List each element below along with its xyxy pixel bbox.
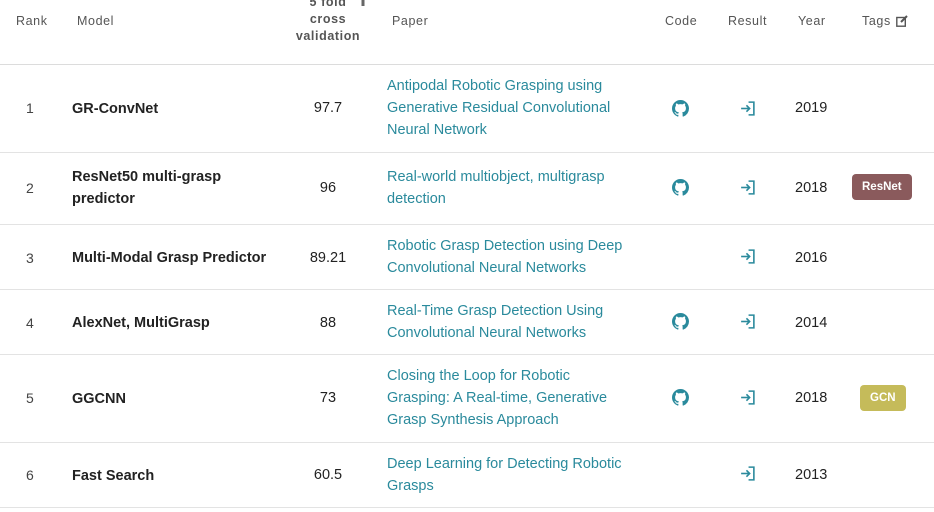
year-cell: 2018 [795, 390, 828, 406]
table-row: 1 GR-ConvNet 97.7 Antipodal Robotic Gras… [0, 65, 934, 153]
model-name-line1: Fast Search [72, 468, 155, 484]
model-name-line1: Multi-Modal Grasp Predictor [72, 250, 267, 266]
paper-title-line2: detection [387, 191, 446, 207]
header-metric-line1: 5 fold [309, 0, 347, 9]
paper-title-line1: Closing the Loop for Robotic [387, 368, 570, 384]
model-name-line1: ResNet50 multi-grasp [72, 169, 222, 185]
rank-cell: 4 [26, 315, 34, 331]
paper-title-line2: Convolutional Neural Networks [387, 325, 587, 341]
tag-badge[interactable]: GCN [860, 385, 906, 411]
model-cell[interactable]: GR-ConvNet [72, 98, 277, 120]
rank-cell: 6 [26, 467, 34, 483]
model-name-line1: GGCNN [72, 391, 126, 407]
table-row: 6 Fast Search 60.5 Deep Learning for Det… [0, 443, 934, 508]
paper-title-line3: Grasp Synthesis Approach [387, 412, 559, 428]
score-cell: 73 [319, 390, 337, 406]
model-cell[interactable]: AlexNet, MultiGrasp [72, 312, 277, 334]
year-cell: 2019 [795, 100, 828, 116]
paper-title-line2: Grasps [387, 478, 434, 494]
table-header: Rank Model 5 fold cross validation Paper… [0, 0, 934, 65]
edit-icon[interactable] [896, 14, 908, 27]
score-cell: 60.5 [313, 467, 343, 483]
leaderboard-table: Rank Model 5 fold cross validation Paper… [0, 0, 934, 508]
table-row: 2 ResNet50 multi-grasp predictor 96 Real… [0, 153, 934, 225]
header-code[interactable]: Code [665, 14, 697, 28]
github-icon[interactable] [672, 179, 690, 197]
table-row: 4 AlexNet, MultiGrasp 88 Real-Time Grasp… [0, 290, 934, 355]
paper-link[interactable]: Antipodal Robotic Grasping using Generat… [387, 75, 642, 141]
score-cell: 96 [319, 180, 337, 196]
paper-link[interactable]: Deep Learning for Detecting Robotic Gras… [387, 453, 642, 497]
model-cell[interactable]: ResNet50 multi-grasp predictor [72, 166, 277, 210]
paper-title-line1: Real-world multiobject, multigrasp [387, 169, 605, 185]
tag-badge[interactable]: ResNet [852, 174, 912, 200]
paper-title-line1: Real-Time Grasp Detection Using [387, 303, 604, 319]
paper-link[interactable]: Real-world multiobject, multigrasp detec… [387, 166, 642, 210]
rank-cell: 3 [26, 250, 34, 266]
header-metric[interactable]: 5 fold cross validation [292, 0, 364, 45]
rank-cell: 1 [26, 100, 34, 116]
sign-in-icon[interactable] [739, 179, 757, 197]
header-metric-line3: validation [295, 29, 361, 43]
table-row: 5 GGCNN 73 Closing the Loop for Robotic … [0, 355, 934, 443]
header-metric-line2: cross [309, 12, 347, 26]
sign-in-icon[interactable] [739, 100, 757, 118]
rank-cell: 2 [26, 180, 34, 196]
header-result[interactable]: Result [728, 14, 767, 28]
paper-title-line1: Antipodal Robotic Grasping using [387, 78, 603, 94]
header-tags[interactable]: Tags [862, 14, 891, 28]
header-year[interactable]: Year [798, 14, 826, 28]
year-cell: 2013 [795, 467, 828, 483]
year-cell: 2014 [795, 315, 828, 331]
model-name-line1: AlexNet, MultiGrasp [72, 315, 210, 331]
rank-cell: 5 [26, 390, 34, 406]
paper-title-line2: Generative Residual Convolutional [387, 100, 611, 116]
paper-title-line1: Deep Learning for Detecting Robotic [387, 456, 622, 472]
year-cell: 2016 [795, 250, 828, 266]
sign-in-icon[interactable] [739, 248, 757, 266]
sign-in-icon[interactable] [739, 389, 757, 407]
sign-in-icon[interactable] [739, 465, 757, 483]
paper-link[interactable]: Real-Time Grasp Detection Using Convolut… [387, 300, 642, 344]
header-rank[interactable]: Rank [16, 14, 48, 28]
score-cell: 97.7 [313, 100, 343, 116]
header-model[interactable]: Model [77, 14, 114, 28]
score-cell: 89.21 [309, 250, 347, 266]
github-icon[interactable] [672, 100, 690, 118]
table-row: 3 Multi-Modal Grasp Predictor 89.21 Robo… [0, 225, 934, 290]
model-cell[interactable]: GGCNN [72, 388, 277, 410]
paper-title-line2: Convolutional Neural Networks [387, 260, 587, 276]
arrow-up-icon[interactable] [358, 0, 368, 9]
paper-title-line1: Robotic Grasp Detection using Deep [387, 238, 623, 254]
score-cell: 88 [319, 315, 337, 331]
paper-link[interactable]: Closing the Loop for Robotic Grasping: A… [387, 365, 642, 431]
model-cell[interactable]: Multi-Modal Grasp Predictor [72, 247, 277, 269]
model-name-line2: predictor [72, 191, 135, 207]
github-icon[interactable] [672, 389, 690, 407]
sign-in-icon[interactable] [739, 313, 757, 331]
model-name-line1: GR-ConvNet [72, 101, 159, 117]
paper-link[interactable]: Robotic Grasp Detection using Deep Convo… [387, 235, 642, 279]
paper-title-line2: Grasping: A Real-time, Generative [387, 390, 608, 406]
header-paper[interactable]: Paper [392, 14, 428, 28]
github-icon[interactable] [672, 313, 690, 331]
paper-title-line3: Neural Network [387, 122, 487, 138]
model-cell[interactable]: Fast Search [72, 465, 277, 487]
year-cell: 2018 [795, 180, 828, 196]
